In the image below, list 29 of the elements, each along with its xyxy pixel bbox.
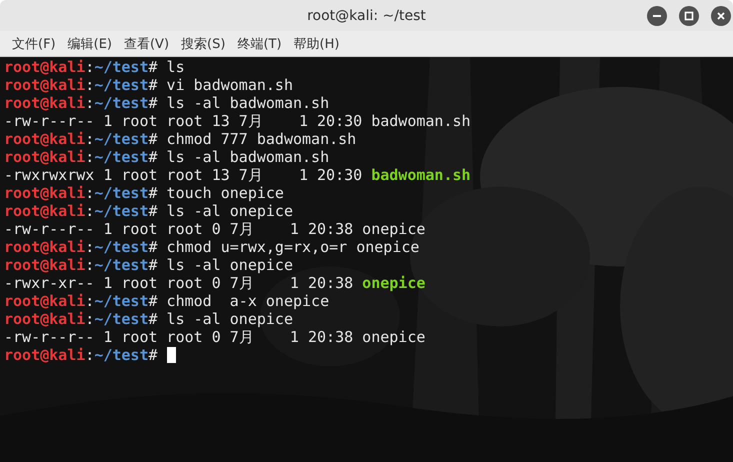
maximize-button[interactable]: [679, 6, 699, 26]
menu-item[interactable]: 搜索(S): [175, 32, 232, 54]
maximize-icon: [684, 11, 694, 21]
terminal-line: -rw-r--r-- 1 root root 0 7月 1 20:38 onepice: [4, 220, 426, 238]
window-title: root@kali: ~/test: [307, 8, 426, 24]
menu-item[interactable]: 查看(V): [118, 32, 176, 54]
menu-item[interactable]: 终端(T): [231, 32, 288, 54]
terminal-line: root@kali:~/test# vi badwoman.sh: [4, 76, 293, 94]
terminal-line: root@kali:~/test# ls -al onepice: [4, 310, 293, 328]
terminal-line: -rw-r--r-- 1 root root 13 7月 1 20:30 badwoman.sh: [4, 112, 471, 130]
terminal-line: root@kali:~/test#: [4, 346, 176, 364]
minimize-button[interactable]: [647, 6, 667, 26]
terminal-line: root@kali:~/test# ls -al onepice: [4, 256, 293, 274]
menu-item[interactable]: 编辑(E): [62, 32, 118, 54]
terminal-line: root@kali:~/test# chmod a-x onepice: [4, 292, 330, 310]
terminal-line: root@kali:~/test# chmod u=rwx,g=rx,o=r onepice: [4, 238, 420, 256]
close-icon: [716, 11, 726, 21]
close-button[interactable]: [711, 6, 731, 26]
terminal-line: -rwxrwxrwx 1 root root 13 7月 1 20:30 badwoman.sh: [4, 166, 471, 184]
terminal-line: root@kali:~/test# ls -al badwoman.sh: [4, 148, 330, 166]
terminal-line: root@kali:~/test# chmod 777 badwoman.sh: [4, 130, 356, 148]
terminal-line: root@kali:~/test# ls -al badwoman.sh: [4, 94, 330, 112]
terminal-line: root@kali:~/test# ls: [4, 58, 185, 76]
terminal-line: root@kali:~/test# touch onepice: [4, 184, 284, 202]
terminal-line: root@kali:~/test# ls -al onepice: [4, 202, 293, 220]
menu-item[interactable]: 文件(F): [6, 32, 62, 54]
terminal-line: -rwxr-xr-- 1 root root 0 7月 1 20:38 onepice: [4, 274, 426, 292]
menu-item[interactable]: 帮助(H): [288, 32, 346, 54]
terminal-line: -rw-r--r-- 1 root root 0 7月 1 20:38 onepice: [4, 328, 426, 346]
